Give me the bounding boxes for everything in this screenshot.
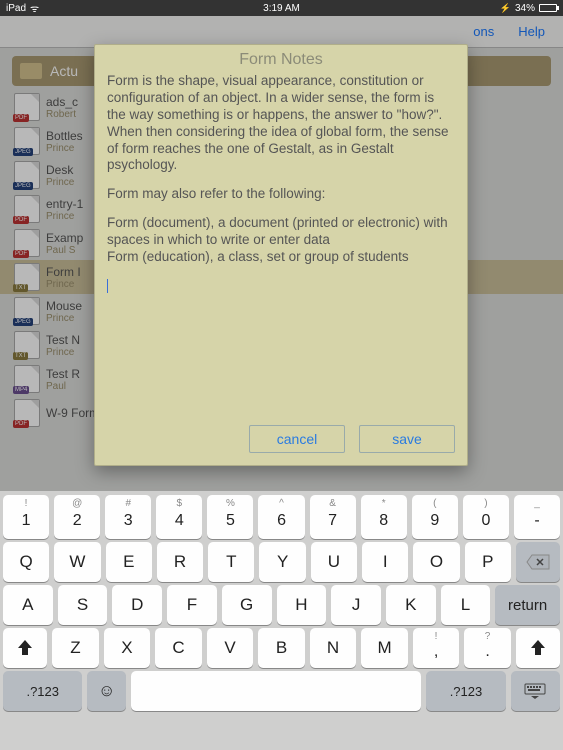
key-3[interactable]: #3 [105,495,151,539]
key-hide-keyboard[interactable] [511,671,560,711]
carrier-label: iPad [6,3,26,14]
key-U[interactable]: U [311,542,357,582]
key-backspace[interactable] [516,542,560,582]
key-shift-right[interactable] [516,628,560,668]
key-,[interactable]: !, [413,628,460,668]
key-M[interactable]: M [361,628,408,668]
clock: 3:19 AM [263,3,300,14]
key-0[interactable]: )0 [463,495,509,539]
key-F[interactable]: F [167,585,217,625]
key-S[interactable]: S [58,585,108,625]
key-6[interactable]: ^6 [258,495,304,539]
key-numbers-left[interactable]: .?123 [3,671,82,711]
key-V[interactable]: V [207,628,254,668]
key-T[interactable]: T [208,542,254,582]
key-emoji[interactable]: ☺ [87,671,125,711]
key-return[interactable]: return [495,585,560,625]
modal-title: Form Notes [95,45,467,73]
key-R[interactable]: R [157,542,203,582]
text-cursor [107,279,108,293]
key-shift-left[interactable] [3,628,47,668]
key-2[interactable]: @2 [54,495,100,539]
battery-percent: 34% [515,3,535,14]
key-9[interactable]: (9 [412,495,458,539]
key-W[interactable]: W [54,542,100,582]
key-X[interactable]: X [104,628,151,668]
wifi-icon: ᯤ [30,1,39,15]
modal-paragraph-2: Form may also refer to the following: [107,186,455,203]
key-Z[interactable]: Z [52,628,99,668]
modal-paragraph-1: Form is the shape, visual appearance, co… [107,73,455,174]
key-L[interactable]: L [441,585,491,625]
key-5[interactable]: %5 [207,495,253,539]
bluetooth-icon: ⚡ [500,3,511,14]
key-4[interactable]: $4 [156,495,202,539]
onscreen-keyboard: !1@2#3$4%5^6&7*8(9)0_- QWERTYUIOP ASDFGH… [0,491,563,750]
key-8[interactable]: *8 [361,495,407,539]
key-space[interactable] [131,671,421,711]
key-D[interactable]: D [112,585,162,625]
key-J[interactable]: J [331,585,381,625]
key-E[interactable]: E [106,542,152,582]
status-bar: iPad ᯤ 3:19 AM ⚡ 34% [0,0,563,16]
modal-paragraph-3: Form (document), a document (printed or … [107,215,455,266]
key-Q[interactable]: Q [3,542,49,582]
key-Y[interactable]: Y [259,542,305,582]
key-B[interactable]: B [258,628,305,668]
key-K[interactable]: K [386,585,436,625]
key-C[interactable]: C [155,628,202,668]
key-P[interactable]: P [465,542,511,582]
modal-textarea[interactable]: Form is the shape, visual appearance, co… [95,73,467,417]
key-H[interactable]: H [277,585,327,625]
key-.[interactable]: ?. [464,628,511,668]
key-_[interactable]: _- [514,495,560,539]
key-I[interactable]: I [362,542,408,582]
key-G[interactable]: G [222,585,272,625]
key-numbers-right[interactable]: .?123 [426,671,505,711]
cancel-button[interactable]: cancel [249,425,345,453]
key-1[interactable]: !1 [3,495,49,539]
form-notes-modal: Form Notes Form is the shape, visual app… [94,44,468,466]
save-button[interactable]: save [359,425,455,453]
key-N[interactable]: N [310,628,357,668]
key-7[interactable]: &7 [310,495,356,539]
battery-icon [539,4,557,12]
key-O[interactable]: O [413,542,459,582]
key-A[interactable]: A [3,585,53,625]
